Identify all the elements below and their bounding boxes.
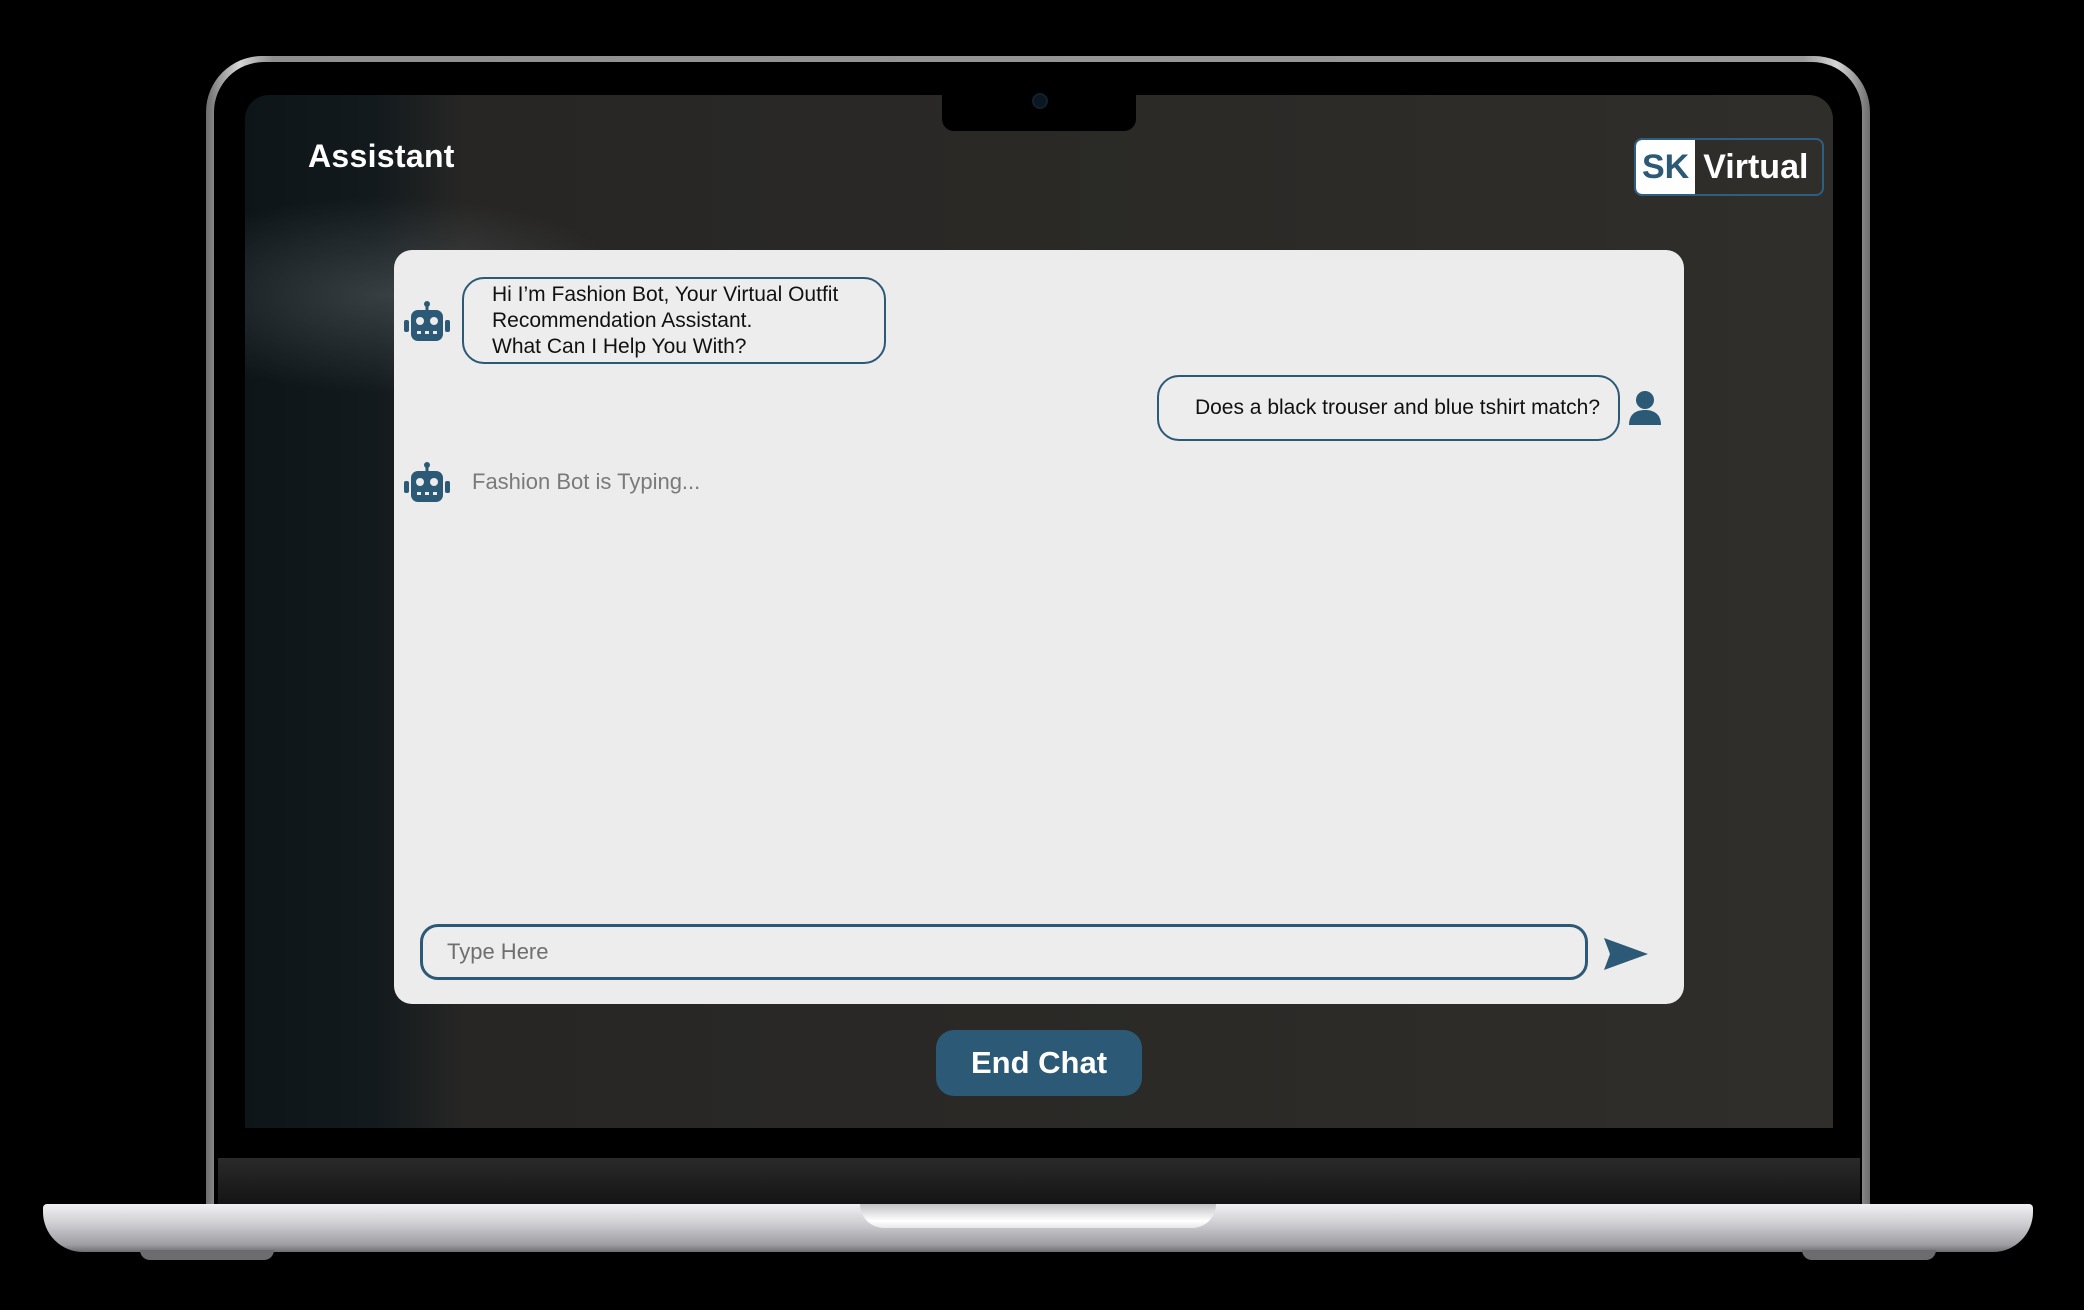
bot-message-line: What Can I Help You With? (492, 335, 747, 358)
laptop-foot (140, 1250, 274, 1260)
user-message-bubble: Does a black trouser and blue tshirt mat… (1156, 375, 1620, 441)
bot-message-line: Hi I’m Fashion Bot, Your Virtual Outfit (492, 283, 839, 306)
logo-mark: SK (1636, 140, 1696, 194)
laptop-foot (1802, 1250, 1936, 1260)
robot-icon (404, 299, 450, 343)
end-chat-button[interactable]: End Chat (936, 1030, 1142, 1096)
send-button[interactable] (1602, 934, 1650, 974)
sk-virtual-logo: SK Virtual (1634, 138, 1825, 196)
message-input[interactable] (445, 938, 1585, 966)
chat-panel: Hi I’m Fashion Bot, Your Virtual Outfit … (394, 250, 1684, 1004)
message-composer (420, 924, 1588, 980)
robot-icon (404, 460, 450, 504)
typing-indicator-text: Fashion Bot is Typing... (472, 469, 701, 494)
logo-word: Virtual (1703, 147, 1809, 186)
send-arrow-icon (1604, 938, 1648, 970)
bot-message-bubble: Hi I’m Fashion Bot, Your Virtual Outfit … (462, 277, 886, 364)
app-title: Assistant (308, 138, 455, 174)
user-message: Does a black trouser and blue tshirt mat… (1156, 375, 1662, 441)
user-icon (1628, 390, 1662, 426)
typing-indicator: Fashion Bot is Typing... (404, 460, 700, 504)
laptop-opening-notch (860, 1204, 1216, 1228)
laptop-bezel (218, 1158, 1860, 1204)
camera-icon (1032, 93, 1048, 109)
bot-message-line: Recommendation Assistant. (492, 309, 753, 332)
bot-message: Hi I’m Fashion Bot, Your Virtual Outfit … (404, 277, 886, 364)
